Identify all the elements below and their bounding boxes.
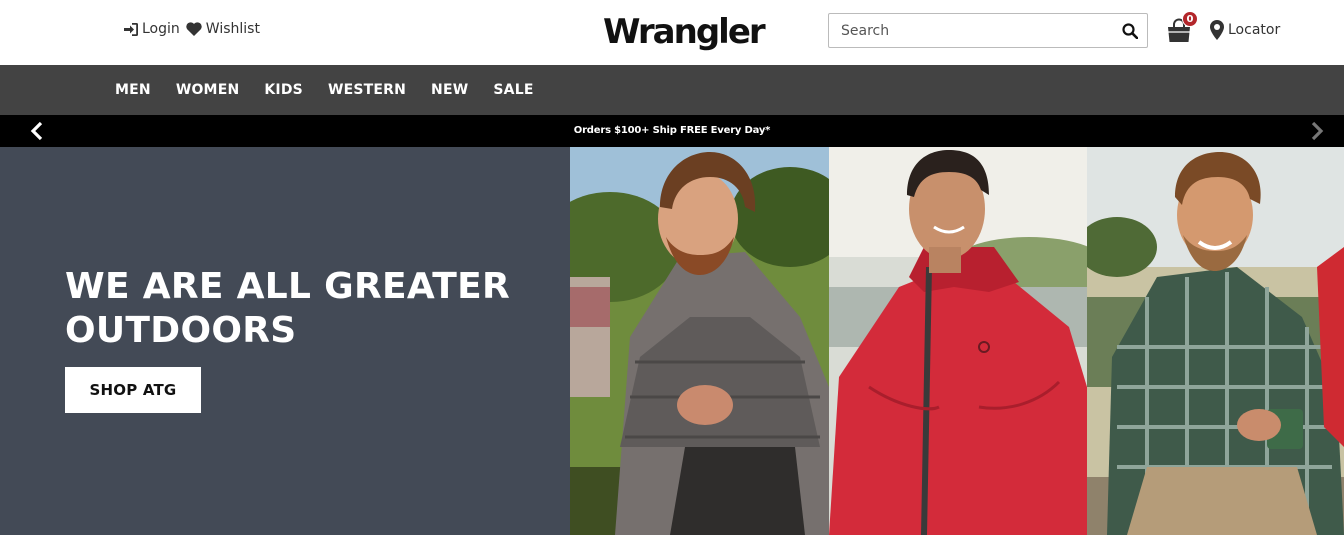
- nav-item-men[interactable]: MEN: [115, 82, 151, 98]
- nav-item-women[interactable]: WOMEN: [176, 82, 240, 98]
- photo-red-jacket-image: [829, 147, 1087, 535]
- search-icon: [1122, 22, 1138, 39]
- wishlist-link[interactable]: Wishlist: [186, 21, 260, 37]
- sign-in-icon: [124, 22, 138, 36]
- map-pin-icon: [1210, 20, 1224, 40]
- hero-text-panel: WE ARE ALL GREATER OUTDOORS SHOP ATG: [0, 147, 570, 535]
- wishlist-label: Wishlist: [205, 21, 260, 37]
- photo-plaid-shirt-image: [1087, 147, 1344, 535]
- promo-next-button[interactable]: [1306, 121, 1326, 141]
- hero-photo-plaid-shirt[interactable]: [1087, 147, 1344, 535]
- hero-banner: WE ARE ALL GREATER OUTDOORS SHOP ATG: [0, 147, 1344, 535]
- heart-icon: [186, 22, 202, 36]
- wrangler-logo[interactable]: Wrangler: [603, 10, 766, 58]
- search-button[interactable]: [1113, 14, 1147, 47]
- promo-bar: Orders $100+ Ship FREE Every Day*: [0, 115, 1344, 147]
- promo-message[interactable]: Orders $100+ Ship FREE Every Day*: [0, 115, 1344, 147]
- chevron-right-icon: [1311, 121, 1324, 141]
- main-nav-list: MEN WOMEN KIDS WESTERN NEW SALE: [115, 65, 559, 115]
- locator-label: Locator: [1228, 22, 1281, 38]
- hero-photo-puffer-jacket[interactable]: [570, 147, 829, 535]
- hero-photo-red-jacket[interactable]: [829, 147, 1087, 535]
- login-link[interactable]: Login: [124, 21, 180, 37]
- photo-puffer-jacket-image: [570, 147, 829, 535]
- shop-atg-button[interactable]: SHOP ATG: [65, 367, 201, 413]
- hero-headline: WE ARE ALL GREATER OUTDOORS: [65, 266, 511, 351]
- account-links: Login Wishlist: [124, 21, 260, 37]
- nav-item-kids[interactable]: KIDS: [264, 82, 303, 98]
- main-nav: MEN WOMEN KIDS WESTERN NEW SALE: [0, 65, 1344, 115]
- search-input[interactable]: [829, 14, 1113, 47]
- top-header: Login Wishlist Wrangler 0: [0, 0, 1344, 65]
- search-box: [828, 13, 1148, 48]
- store-locator-link[interactable]: Locator: [1210, 20, 1280, 40]
- nav-item-western[interactable]: WESTERN: [328, 82, 406, 98]
- login-label: Login: [142, 21, 180, 37]
- nav-item-sale[interactable]: SALE: [493, 82, 533, 98]
- cart-button[interactable]: 0: [1166, 11, 1198, 44]
- logo-text: Wrangler: [603, 12, 766, 52]
- cart-count-badge: 0: [1182, 11, 1198, 27]
- nav-item-new[interactable]: NEW: [431, 82, 468, 98]
